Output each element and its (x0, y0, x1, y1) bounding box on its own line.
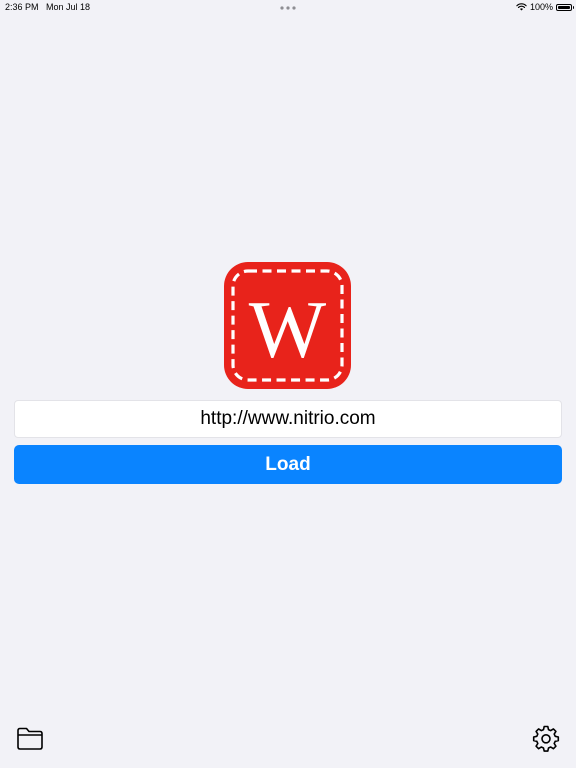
battery-icon (556, 3, 574, 11)
battery-percent: 100% (529, 2, 553, 12)
status-date: Mon Jul 18 (46, 2, 91, 12)
battery-level (558, 5, 570, 9)
battery-cap (572, 6, 574, 9)
folder-icon[interactable] (16, 725, 44, 753)
app-logo: W (224, 262, 351, 389)
status-bar: 2:36 PM Mon Jul 18 100% (0, 0, 576, 14)
wifi-icon (516, 3, 527, 11)
status-right: 100% (516, 2, 574, 12)
gear-icon[interactable] (532, 724, 560, 752)
logo-letter: W (249, 284, 327, 375)
status-time: 2:36 PM (5, 2, 39, 12)
multitasking-dots-icon[interactable] (280, 6, 296, 10)
url-input[interactable] (14, 400, 562, 438)
load-button[interactable]: Load (14, 445, 562, 484)
